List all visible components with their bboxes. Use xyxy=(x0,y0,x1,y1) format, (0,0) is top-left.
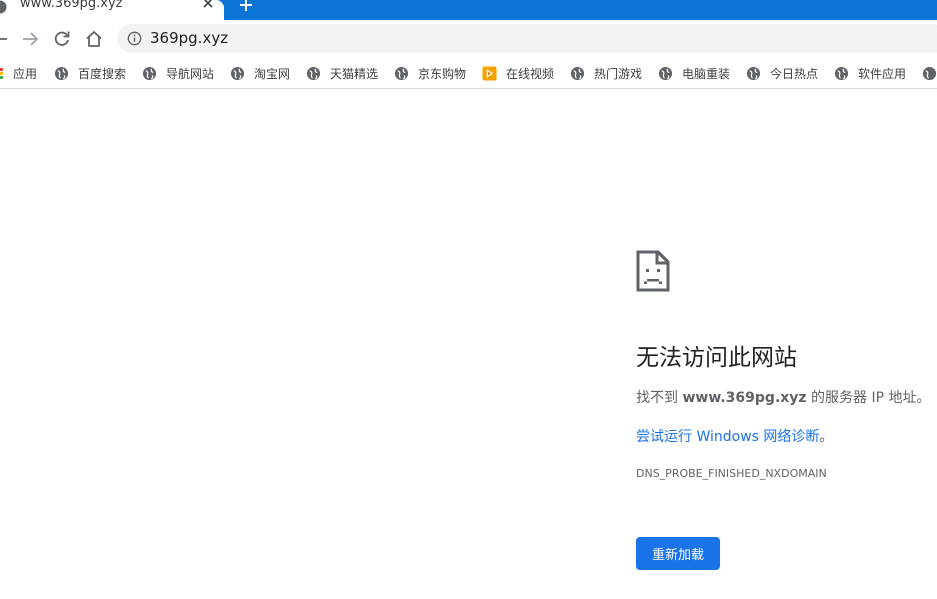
browser-toolbar: 369pg.xyz xyxy=(0,20,937,58)
error-host: www.369pg.xyz xyxy=(682,390,807,406)
address-bar[interactable]: 369pg.xyz xyxy=(117,24,937,53)
bookmark-taobao[interactable]: 淘宝网 xyxy=(230,64,290,82)
tab-strip: www.369pg.xyz xyxy=(0,0,937,20)
bookmark-today-hot[interactable]: 今日热点 xyxy=(746,64,818,82)
bookmark-software-apps[interactable]: 软件应用 xyxy=(834,64,906,82)
globe-icon xyxy=(570,66,585,80)
bookmark-nav-sites[interactable]: 导航网站 xyxy=(142,64,214,82)
reload-button[interactable]: 重新加载 xyxy=(636,537,720,570)
error-title: 无法访问此网站 xyxy=(636,345,797,371)
globe-icon xyxy=(230,66,245,80)
network-diagnostics-link[interactable]: 尝试运行 Windows 网络诊断 xyxy=(636,429,819,445)
globe-icon xyxy=(834,66,849,80)
error-code: DNS_PROBE_FINISHED_NXDOMAIN xyxy=(636,467,827,480)
bookmark-apps[interactable]: 应用 xyxy=(0,64,37,82)
close-icon[interactable] xyxy=(202,0,214,9)
tab-active[interactable]: www.369pg.xyz xyxy=(0,0,224,20)
bookmark-pc-reinstall[interactable]: 电脑重装 xyxy=(658,64,730,82)
apps-grid-icon xyxy=(0,67,3,79)
bookmark-online-video[interactable]: 在线视频 xyxy=(482,64,554,82)
info-icon[interactable] xyxy=(127,31,142,46)
home-icon[interactable] xyxy=(84,29,104,49)
globe-icon xyxy=(394,66,409,80)
error-suggestion: 尝试运行 Windows 网络诊断。 xyxy=(636,429,834,445)
back-arrow-icon[interactable] xyxy=(0,29,11,49)
bookmark-tmall[interactable]: 天猫精选 xyxy=(306,64,378,82)
globe-icon xyxy=(0,0,7,14)
error-description: 找不到 www.369pg.xyz 的服务器 IP 地址。 xyxy=(636,390,931,406)
bookmarks-bar: 应用 百度搜索 导航网站 淘宝网 天猫精选 京东购物 在线视频 热门游戏 电脑重… xyxy=(0,58,937,89)
address-bar-url: 369pg.xyz xyxy=(150,29,229,47)
video-play-icon xyxy=(482,65,497,81)
bookmark-overflow[interactable] xyxy=(922,64,937,82)
forward-arrow-icon[interactable] xyxy=(20,29,40,49)
globe-icon xyxy=(746,66,761,80)
globe-icon xyxy=(658,66,673,80)
tab-title: www.369pg.xyz xyxy=(20,0,123,11)
bookmark-baidu[interactable]: 百度搜索 xyxy=(54,64,126,82)
bookmark-jd[interactable]: 京东购物 xyxy=(394,64,466,82)
globe-icon xyxy=(142,66,157,80)
bookmark-hot-games[interactable]: 热门游戏 xyxy=(570,64,642,82)
globe-icon xyxy=(306,66,321,80)
globe-icon xyxy=(54,66,69,80)
globe-icon xyxy=(922,66,937,80)
new-tab-plus-icon[interactable] xyxy=(239,0,253,12)
reload-icon[interactable] xyxy=(52,29,72,49)
sad-page-icon xyxy=(636,250,670,292)
